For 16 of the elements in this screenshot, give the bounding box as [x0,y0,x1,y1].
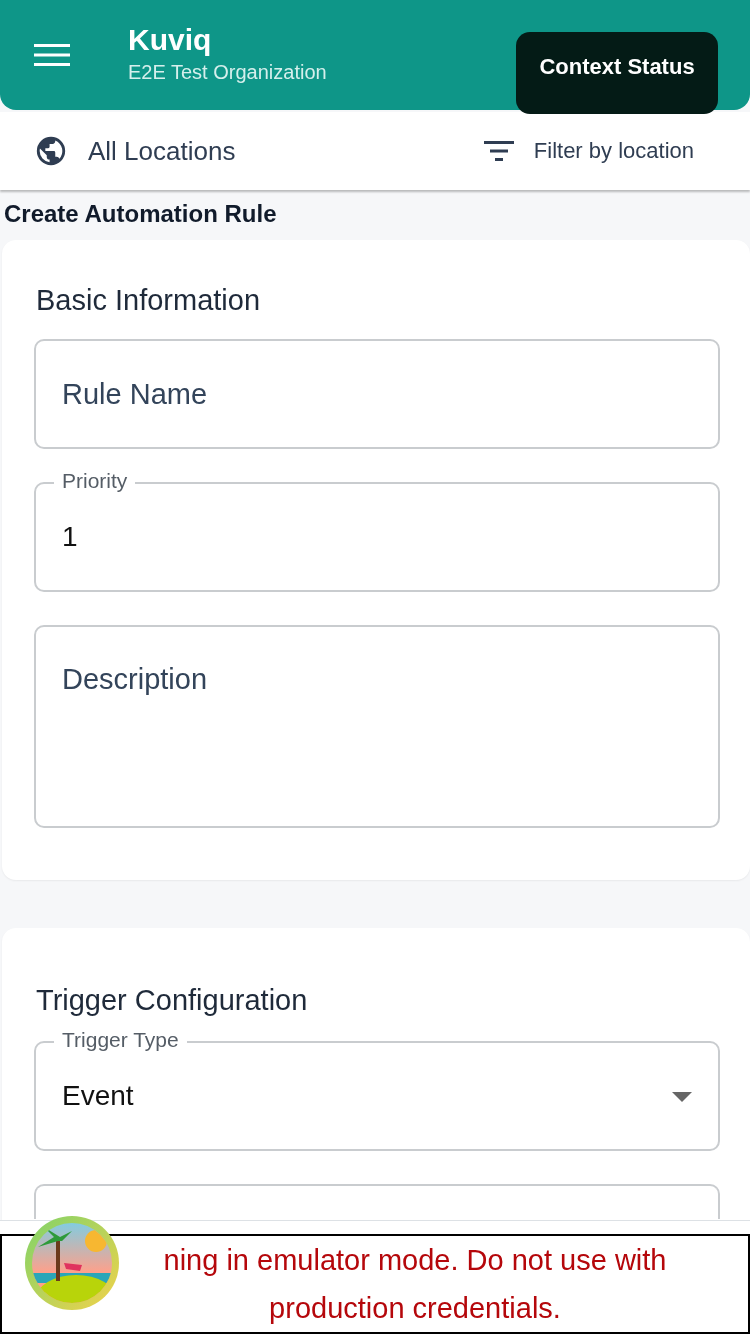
filter-icon [483,140,514,162]
location-selector[interactable]: All Locations [34,134,236,168]
section-title: Trigger Configuration [36,984,309,1017]
emulator-warning: ning in emulator mode. Do not use with production credentials. [0,1234,750,1334]
menu-icon[interactable] [34,43,70,67]
globe-icon [34,134,68,168]
section-title: Basic Information [36,284,262,317]
textarea-field[interactable]: Description [34,625,720,828]
caret-icon [672,1092,692,1102]
page-title: Create Automation Rule [4,200,278,228]
filter-button[interactable]: Filter by location [483,138,694,164]
tooltip: Context Status [516,32,718,114]
organization-name: E2E Test Organization [128,60,327,84]
input-field[interactable]: Rule Name [34,339,720,449]
island-logo[interactable] [24,1215,120,1311]
app-title: Kuviq [128,22,213,57]
